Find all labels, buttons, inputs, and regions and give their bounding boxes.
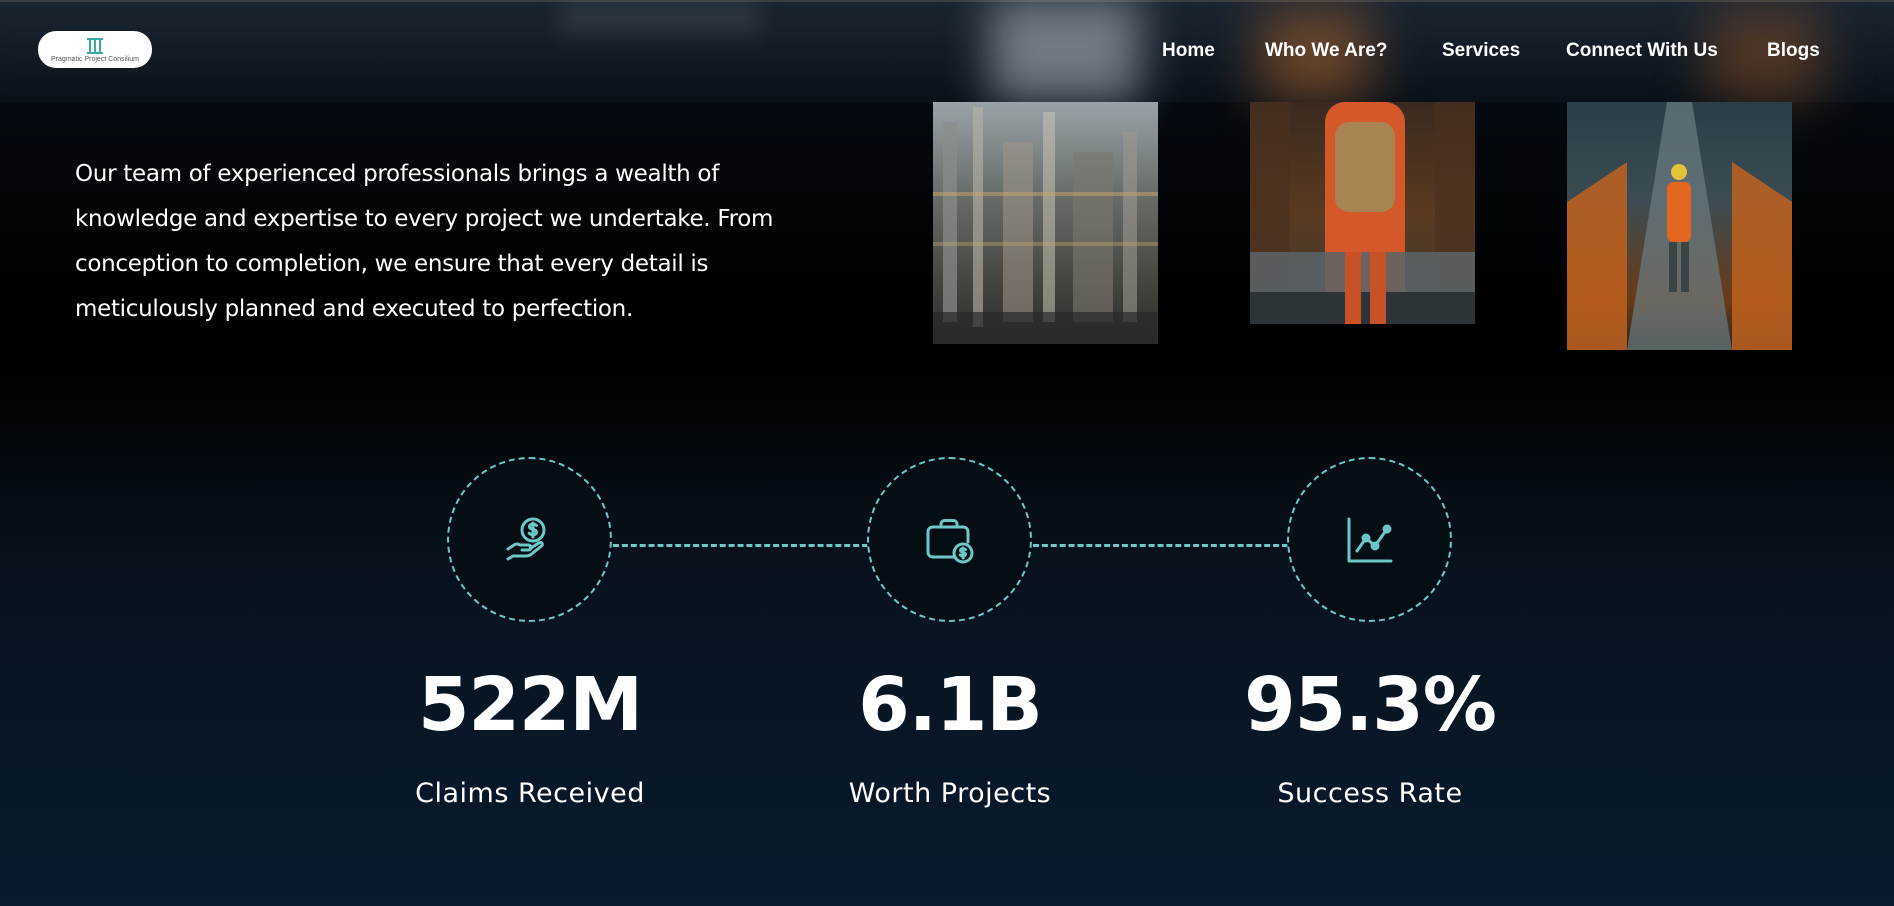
success-value: 95.3% (1244, 662, 1497, 748)
projects-icon-circle (867, 457, 1032, 622)
hand-coin-icon (506, 517, 545, 560)
chart-growth-icon (1347, 517, 1392, 562)
claims-label: Claims Received (415, 778, 645, 809)
briefcase-dollar-icon (926, 518, 973, 563)
success-icon-circle (1287, 457, 1452, 622)
worker-backpack-photo (1250, 102, 1475, 324)
header-top-border (0, 0, 1894, 2)
nav-who-we-are[interactable]: Who We Are? (1265, 40, 1387, 62)
intro-paragraph: Our team of experienced professionals br… (75, 161, 774, 322)
nav-connect-with-us[interactable]: Connect With Us (1566, 40, 1718, 62)
stats-connector-line (1033, 544, 1288, 547)
main-nav: Home Who We Are? Services Connect With U… (0, 40, 1894, 64)
success-label: Success Rate (1277, 778, 1463, 809)
nav-blogs[interactable]: Blogs (1767, 40, 1820, 62)
site-header: Pragmatic Project Consilium Home Who We … (0, 0, 1894, 102)
claims-icon-circle (447, 457, 612, 622)
nav-home[interactable]: Home (1162, 40, 1215, 62)
nav-services[interactable]: Services (1442, 40, 1520, 62)
worker-walkway-photo (1567, 102, 1792, 350)
refinery-photo (933, 102, 1158, 344)
projects-label: Worth Projects (848, 778, 1052, 809)
claims-value: 522M (417, 662, 643, 748)
stats-connector-line (613, 544, 868, 547)
projects-value: 6.1B (858, 662, 1043, 748)
header-blur-glow (560, 0, 760, 36)
